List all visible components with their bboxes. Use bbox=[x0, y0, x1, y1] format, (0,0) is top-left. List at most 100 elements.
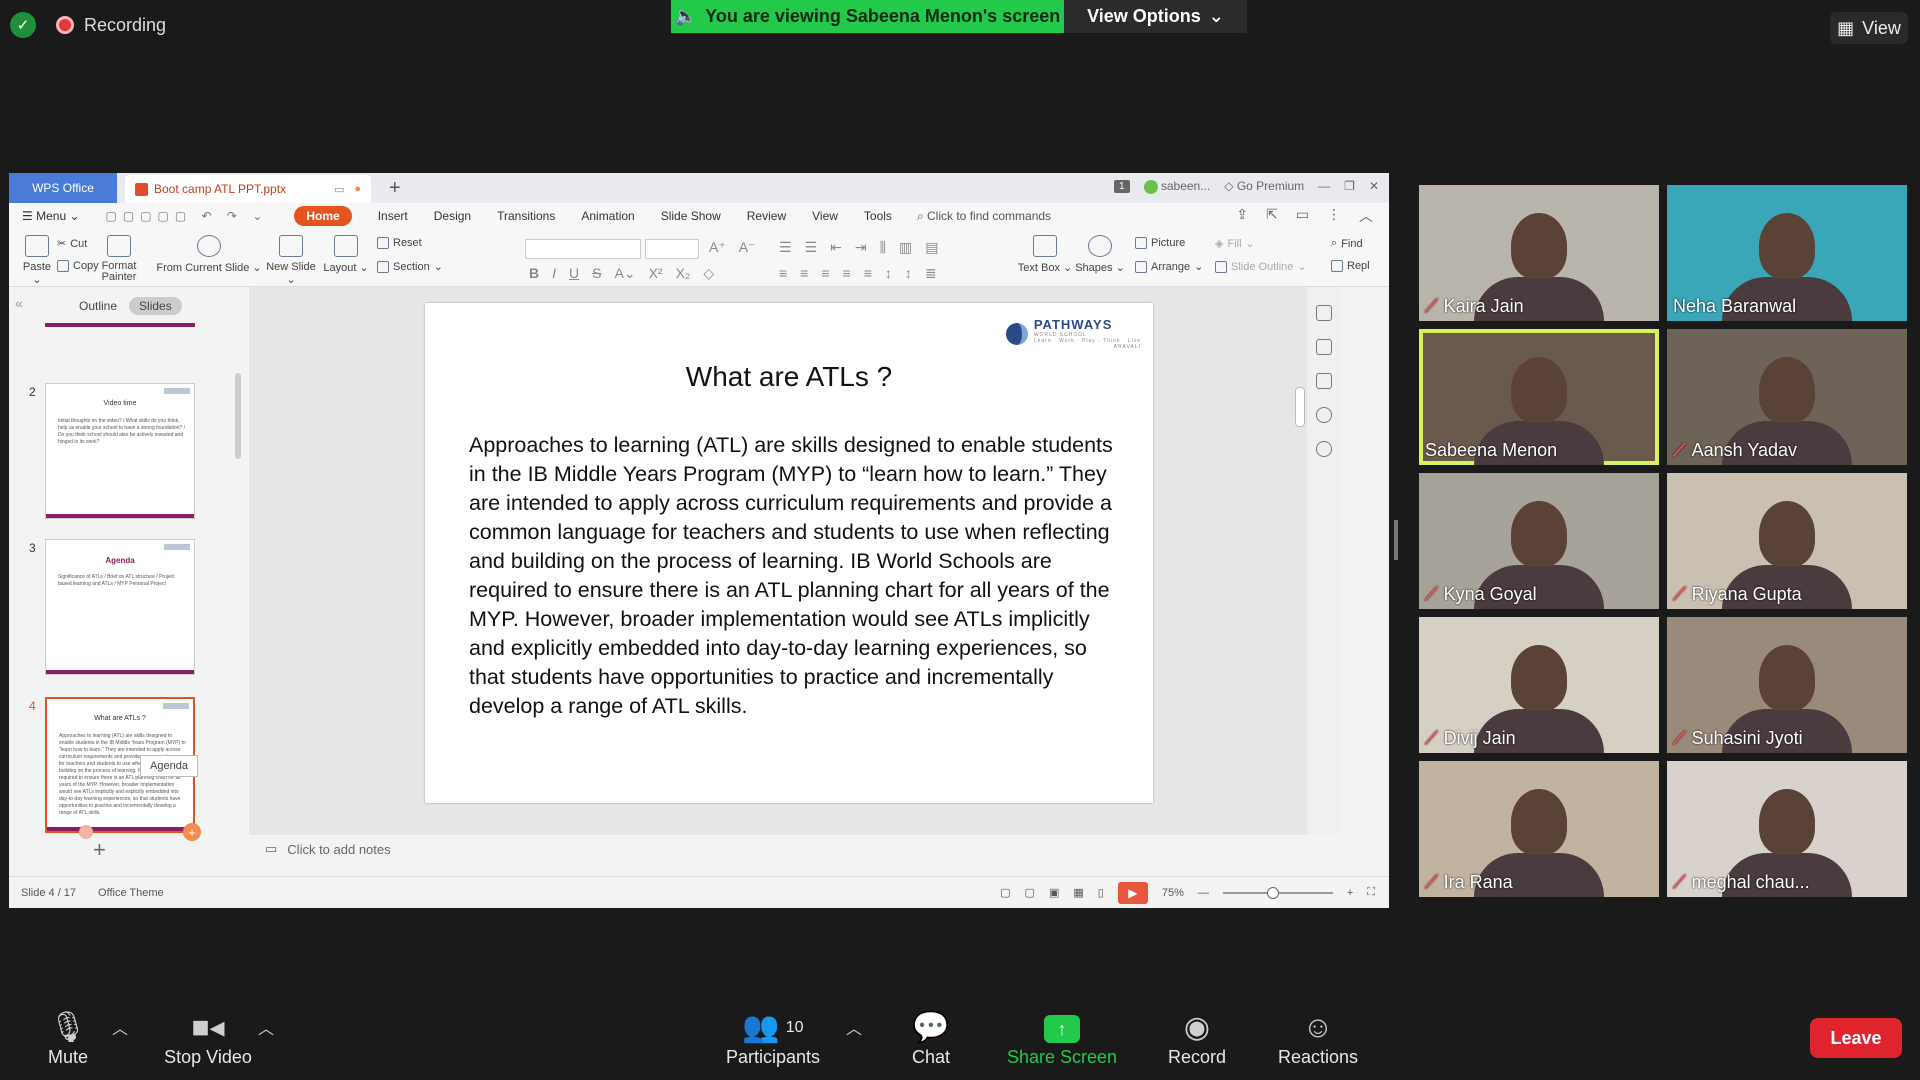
current-slide[interactable]: PATHWAYS WORLD SCHOOL Learn · Work · Pla… bbox=[425, 303, 1153, 803]
share-icon[interactable]: ⇪ bbox=[1236, 206, 1248, 226]
paragraph-spacing-icon[interactable]: ↕ bbox=[905, 265, 912, 282]
subscript-icon[interactable]: X₂ bbox=[676, 265, 691, 282]
participant-tile[interactable]: ⟋ Ira Rana bbox=[1419, 761, 1659, 897]
align-left-icon[interactable]: ≡ bbox=[779, 265, 787, 282]
bullets-icon[interactable]: ☰ bbox=[779, 239, 792, 256]
properties-icon[interactable] bbox=[1316, 373, 1332, 389]
section-button[interactable]: Section ⌄ bbox=[377, 260, 443, 273]
thumbnail-slide-1-partial[interactable] bbox=[45, 319, 195, 327]
minimize-button[interactable]: — bbox=[1318, 179, 1330, 193]
shield-icon[interactable]: ✓ bbox=[10, 12, 36, 38]
text-box-button[interactable]: Text Box ⌄ bbox=[1017, 235, 1073, 274]
tab-animation[interactable]: Animation bbox=[568, 209, 647, 223]
layout-button[interactable]: Layout ⌄ bbox=[323, 235, 369, 274]
tab-slides[interactable]: Slides bbox=[129, 297, 182, 315]
italic-icon[interactable]: I bbox=[552, 265, 556, 282]
justify-icon[interactable]: ≡ bbox=[843, 265, 851, 282]
participant-tile[interactable]: ⟋ Aansh Yadav bbox=[1667, 329, 1907, 465]
tab-view[interactable]: View bbox=[799, 209, 851, 223]
go-premium-button[interactable]: ◇ Go Premium bbox=[1224, 179, 1304, 193]
align-center-icon[interactable]: ≡ bbox=[800, 265, 808, 282]
text-direction-icon[interactable]: ⫼ bbox=[880, 239, 886, 256]
editor-scrollbar[interactable] bbox=[1295, 297, 1305, 797]
participant-tile[interactable]: ⟋ meghal chau... bbox=[1667, 761, 1907, 897]
comment-icon[interactable]: ▭ bbox=[1296, 206, 1309, 226]
new-tab-button[interactable]: + bbox=[389, 177, 401, 200]
find-button[interactable]: ⌕ Find bbox=[1331, 237, 1363, 250]
zoom-level[interactable]: 75% bbox=[1162, 887, 1184, 899]
bold-icon[interactable]: B bbox=[529, 265, 539, 282]
stop-video-button[interactable]: ■◂ Stop Video bbox=[158, 1009, 258, 1068]
restore-button[interactable]: ❐ bbox=[1344, 179, 1355, 193]
new-slide-button[interactable]: New Slide ⌄ bbox=[261, 235, 321, 286]
replace-button[interactable]: Repl bbox=[1331, 260, 1370, 272]
align-text-icon[interactable]: ▤ bbox=[925, 239, 938, 256]
tab-tools[interactable]: Tools bbox=[851, 209, 905, 223]
participant-tile[interactable]: ⟋ Kaira Jain bbox=[1419, 185, 1659, 321]
slide-body-text[interactable]: Approaches to learning (ATL) are skills … bbox=[469, 431, 1119, 721]
arrange-button[interactable]: Arrange ⌄ bbox=[1135, 260, 1203, 273]
fit-window-icon[interactable]: ⛶ bbox=[1367, 886, 1375, 899]
decrease-font-icon[interactable]: A⁻ bbox=[739, 239, 756, 256]
collapse-panel-icon[interactable]: « bbox=[15, 295, 23, 311]
export-icon[interactable]: ⇱ bbox=[1266, 206, 1278, 226]
wps-office-tab[interactable]: WPS Office bbox=[9, 173, 117, 203]
thumbnail-slide-2[interactable]: Video time Initial thoughts on the video… bbox=[45, 383, 195, 519]
view-button[interactable]: ▦ View bbox=[1830, 12, 1908, 44]
numbering-icon[interactable]: ☰ bbox=[805, 239, 818, 256]
strikethrough-icon[interactable]: S bbox=[592, 265, 601, 282]
slideshow-play-button[interactable]: ▶ bbox=[1117, 881, 1148, 904]
participant-tile[interactable]: Sabeena Menon bbox=[1419, 329, 1659, 465]
shapes-button[interactable]: Shapes ⌄ bbox=[1075, 235, 1125, 274]
font-color-icon[interactable]: A⌄ bbox=[614, 265, 635, 282]
file-tab[interactable]: Boot camp ATL PPT.pptx ▭ ● bbox=[125, 175, 371, 203]
audio-options-caret[interactable]: ︿ bbox=[112, 1015, 128, 1039]
quick-access-toolbar[interactable]: ▢▢▢▢▢ ↶ ↷ ⌄ bbox=[93, 209, 282, 223]
participant-tile[interactable]: ⟋ Riyana Gupta bbox=[1667, 473, 1907, 609]
fill-button[interactable]: ◈ Fill ⌄ bbox=[1215, 237, 1255, 251]
thumbnail-slide-3[interactable]: Agenda Significance of ATLs / Brief on A… bbox=[45, 539, 195, 675]
chat-button[interactable]: 💬 Chat bbox=[906, 1009, 956, 1068]
para-settings-icon[interactable]: ≣ bbox=[925, 265, 937, 282]
tab-slide-show[interactable]: Slide Show bbox=[648, 209, 734, 223]
paste-button[interactable]: Paste ⌄ bbox=[19, 235, 55, 286]
window-icon[interactable]: ▭ bbox=[334, 183, 344, 196]
columns-icon[interactable]: ▥ bbox=[899, 239, 912, 256]
format-painter-button[interactable]: Format Painter bbox=[99, 235, 139, 283]
reading-view-icon[interactable]: ▯ bbox=[1098, 886, 1104, 899]
zoom-in-button[interactable]: + bbox=[1347, 887, 1353, 899]
participant-tile[interactable]: ⟋ Kyna Goyal bbox=[1419, 473, 1659, 609]
leave-button[interactable]: Leave bbox=[1810, 1018, 1902, 1058]
cut-button[interactable]: ✂ Cut bbox=[57, 237, 87, 251]
split-handle[interactable] bbox=[1394, 520, 1398, 560]
tab-home[interactable]: Home bbox=[294, 206, 352, 226]
indent-increase-icon[interactable]: ⇥ bbox=[855, 239, 867, 256]
video-options-caret[interactable]: ︿ bbox=[258, 1015, 274, 1039]
history-icon[interactable] bbox=[1316, 407, 1332, 423]
record-button[interactable]: ◉ Record bbox=[1166, 1009, 1228, 1068]
participants-options-caret[interactable]: ︿ bbox=[846, 1015, 862, 1039]
participant-tile[interactable]: Neha Baranwal bbox=[1667, 185, 1907, 321]
participant-tile[interactable]: ⟋ Suhasini Jyoti bbox=[1667, 617, 1907, 753]
comments-toggle-icon[interactable]: ▢ bbox=[1025, 886, 1035, 899]
distribute-icon[interactable]: ≡ bbox=[864, 265, 872, 282]
underline-icon[interactable]: U bbox=[569, 265, 579, 282]
zoom-out-button[interactable]: — bbox=[1198, 887, 1209, 899]
more-icon[interactable]: ⋮ bbox=[1327, 206, 1341, 226]
increase-font-icon[interactable]: A⁺ bbox=[709, 239, 726, 256]
notes-area[interactable]: ▭ Click to add notes bbox=[249, 835, 1341, 863]
command-search[interactable]: ⌕ Click to find commands bbox=[917, 209, 1051, 224]
page-badge[interactable]: 1 bbox=[1113, 179, 1130, 193]
theme-name[interactable]: Office Theme bbox=[98, 887, 164, 899]
normal-view-icon[interactable]: ▣ bbox=[1049, 886, 1059, 899]
add-slide-icon[interactable]: + bbox=[183, 823, 201, 841]
share-screen-button[interactable]: ↑ Share Screen bbox=[1006, 1009, 1118, 1068]
reactions-button[interactable]: ☺ Reactions bbox=[1274, 1009, 1362, 1068]
view-options-button[interactable]: View Options ⌄ bbox=[1064, 0, 1247, 33]
slide-design-icon[interactable] bbox=[1316, 305, 1332, 321]
indent-decrease-icon[interactable]: ⇤ bbox=[830, 239, 842, 256]
eraser-icon[interactable]: ◇ bbox=[703, 265, 714, 282]
superscript-icon[interactable]: X² bbox=[649, 265, 663, 282]
font-size-select[interactable] bbox=[645, 239, 699, 259]
user-account[interactable]: sabeen... bbox=[1143, 179, 1210, 194]
